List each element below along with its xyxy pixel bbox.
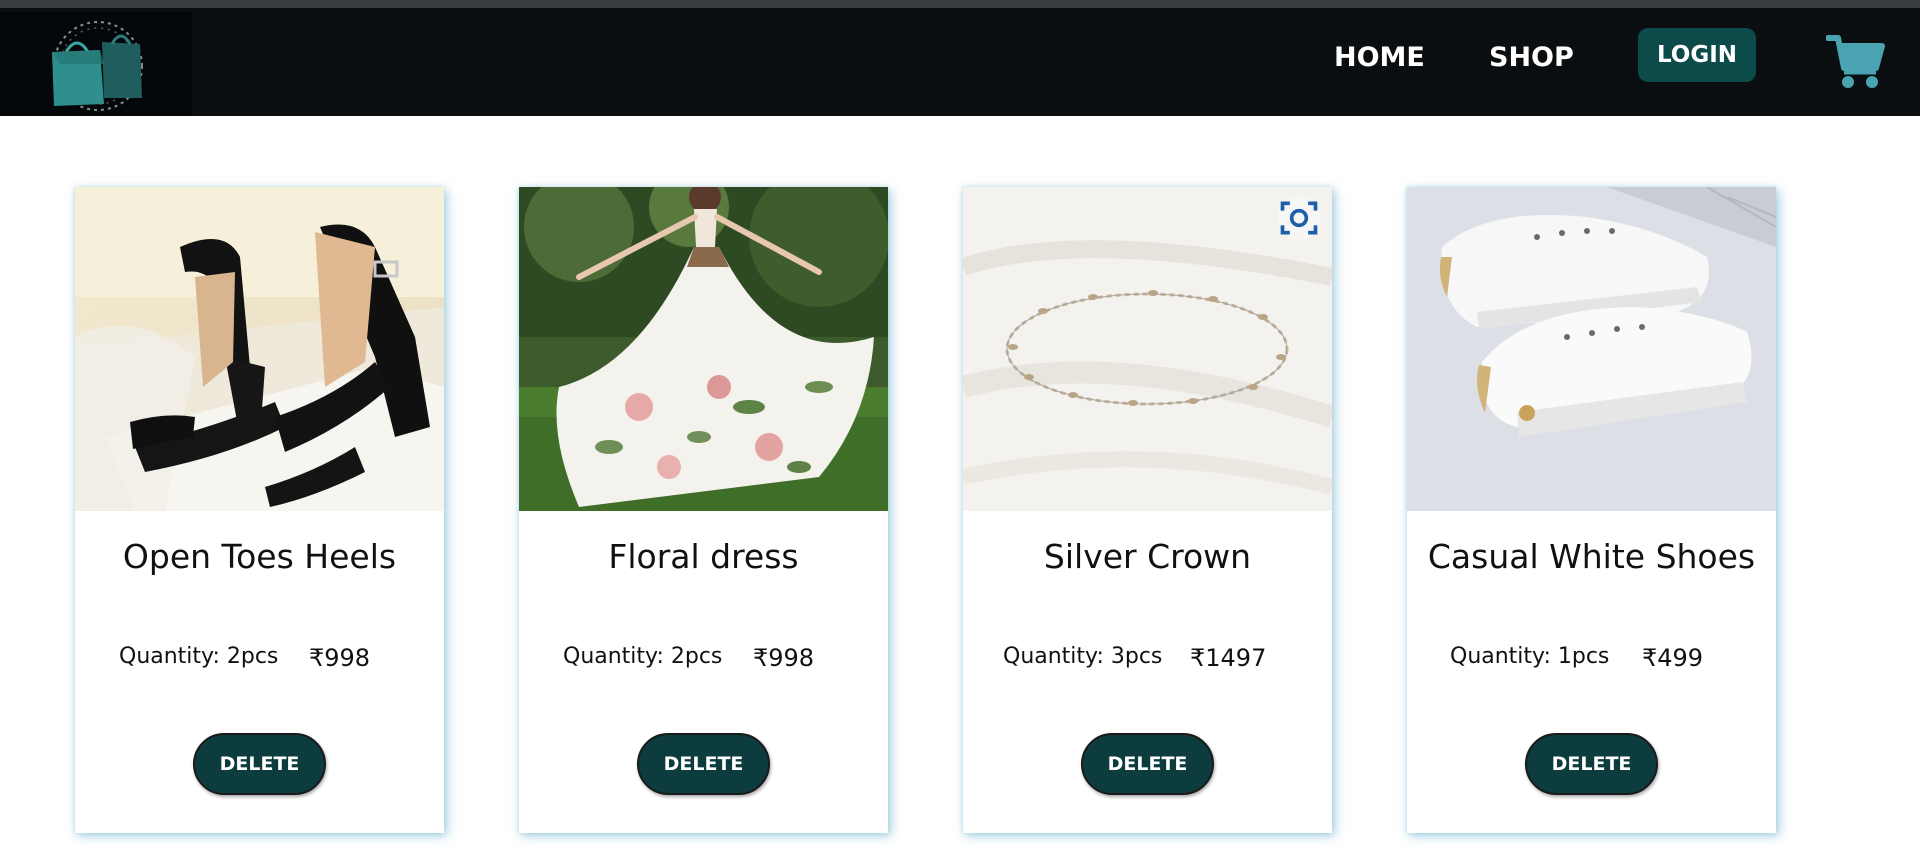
logo[interactable] xyxy=(0,12,192,116)
nav-home-link[interactable]: HOME xyxy=(1334,42,1425,73)
product-image-floral-dress xyxy=(519,187,888,511)
delete-button[interactable]: DELETE xyxy=(637,733,770,795)
product-quantity: Quantity: 1pcs xyxy=(1450,644,1610,669)
cart-icon[interactable] xyxy=(1825,32,1886,90)
cart-item-card: Casual White Shoes Quantity: 1pcs ₹499 D… xyxy=(1407,187,1776,833)
cart-item-card: Silver Crown Quantity: 3pcs ₹1497 DELETE xyxy=(963,187,1332,833)
product-price: ₹499 xyxy=(1642,644,1704,672)
product-image-silver-crown xyxy=(963,187,1332,511)
product-quantity: Quantity: 2pcs xyxy=(119,644,279,669)
product-name: Silver Crown xyxy=(1043,537,1252,576)
product-image-white-shoes xyxy=(1407,187,1776,511)
login-button[interactable]: LOGIN xyxy=(1638,28,1756,82)
product-name: Open Toes Heels xyxy=(122,537,397,576)
delete-button[interactable]: DELETE xyxy=(1525,733,1658,795)
product-name: Casual White Shoes xyxy=(1427,537,1756,576)
product-quantity: Quantity: 3pcs xyxy=(1003,644,1163,669)
delete-button[interactable]: DELETE xyxy=(1081,733,1214,795)
browser-top-edge xyxy=(0,0,1920,8)
delete-button[interactable]: DELETE xyxy=(193,733,326,795)
product-price: ₹998 xyxy=(753,644,815,672)
product-price: ₹998 xyxy=(309,644,371,672)
shopping-bags-logo-icon xyxy=(0,12,192,116)
product-quantity: Quantity: 2pcs xyxy=(563,644,723,669)
product-image-heels xyxy=(75,187,444,511)
navbar: HOME SHOP LOGIN xyxy=(0,8,1920,116)
cart-item-card: Open Toes Heels Quantity: 2pcs ₹998 DELE… xyxy=(75,187,444,833)
nav-shop-link[interactable]: SHOP xyxy=(1489,42,1574,73)
product-name: Floral dress xyxy=(608,537,799,576)
product-price: ₹1497 xyxy=(1190,644,1267,672)
visual-search-icon[interactable] xyxy=(1277,196,1321,240)
cart-item-card: Floral dress Quantity: 2pcs ₹998 DELETE xyxy=(519,187,888,833)
cart-items-list: Open Toes Heels Quantity: 2pcs ₹998 DELE… xyxy=(0,187,1920,833)
